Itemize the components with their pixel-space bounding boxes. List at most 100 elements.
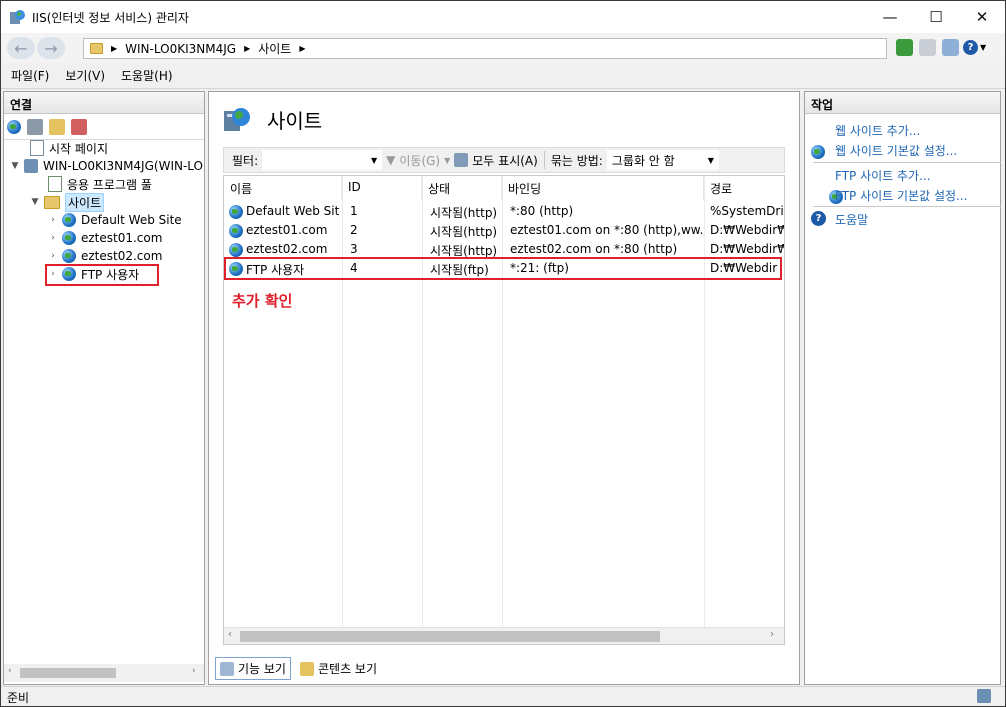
connections-toolbar — [4, 114, 204, 140]
start-page-icon — [30, 140, 44, 156]
group-by-label: 묶는 방법: — [550, 153, 603, 168]
table-row[interactable]: Default Web Site 1 시작됨(http) *:80 (http)… — [224, 202, 784, 221]
chevron-right-icon[interactable]: › — [48, 233, 58, 243]
breadcrumb-arrow-icon[interactable]: ▶ — [111, 44, 117, 53]
window-title: IIS(인터넷 정보 서비스) 관리자 — [32, 11, 189, 25]
table-row[interactable]: eztest01.com 2 시작됨(http) eztest01.com on… — [224, 221, 784, 240]
site-globe-icon — [229, 224, 243, 238]
column-header-binding[interactable]: 바인딩 — [502, 176, 704, 200]
tree-site-default[interactable]: › Default Web Site — [48, 211, 182, 229]
close-button[interactable]: ✕ — [959, 1, 1005, 32]
app-pool-icon — [48, 176, 62, 192]
scroll-thumb[interactable] — [240, 631, 660, 642]
iis-app-icon — [9, 9, 25, 25]
filter-input[interactable]: ▼ — [262, 150, 383, 170]
refresh-icon[interactable] — [896, 39, 913, 56]
status-bar: 준비 — [1, 686, 1005, 706]
column-header-status[interactable]: 상태 — [422, 176, 502, 200]
scroll-left-icon[interactable]: ‹ — [8, 666, 12, 676]
content-view-icon — [299, 661, 314, 676]
menu-bar: 파일(F) 보기(V) 도움말(H) — [1, 63, 1005, 89]
action-add-ftp-site[interactable]: FTP 사이트 추가... — [835, 167, 931, 184]
actions-panel: 작업 웹 사이트 추가... 웹 사이트 기본값 설정... FTP 사이트 추… — [804, 91, 1001, 685]
tree-app-pools[interactable]: 응용 프로그램 풀 — [34, 175, 152, 193]
chevron-down-icon: ▼ — [707, 155, 714, 165]
site-globe-icon — [62, 231, 76, 245]
home-icon[interactable] — [942, 39, 959, 56]
scroll-left-icon[interactable]: ‹ — [228, 629, 232, 640]
navigation-bar: ← → ▶ WIN-LO0KI3NM4JG ▶ 사이트 ▶ ? ▼ — [1, 33, 1005, 63]
scroll-right-icon[interactable]: › — [770, 629, 774, 640]
help-dropdown[interactable]: ? ▼ — [963, 39, 993, 56]
connections-scrollbar[interactable]: ‹ › — [4, 664, 204, 682]
site-globe-icon — [229, 205, 243, 219]
show-all-button[interactable]: 모두 표시(A) — [472, 152, 538, 169]
site-globe-icon — [62, 249, 76, 263]
chevron-down-icon[interactable]: ▼ — [444, 156, 450, 165]
action-website-defaults[interactable]: 웹 사이트 기본값 설정... — [835, 142, 957, 159]
tree-start-page[interactable]: 시작 페이지 — [16, 139, 108, 157]
table-scrollbar[interactable]: ‹ › — [224, 627, 784, 644]
site-globe-icon — [229, 243, 243, 257]
chevron-down-icon[interactable]: ▼ — [30, 197, 40, 207]
tree-server[interactable]: ▼ WIN-LO0KI3NM4JG(WIN-LO — [10, 157, 203, 175]
chevron-right-icon[interactable]: › — [48, 251, 58, 261]
tab-content-view[interactable]: 콘텐츠 보기 — [295, 657, 382, 680]
chevron-down-icon[interactable]: ▼ — [10, 161, 20, 171]
action-ftp-site-defaults[interactable]: FTP 사이트 기본값 설정... — [835, 187, 967, 204]
chevron-right-icon[interactable]: › — [48, 215, 58, 225]
action-help[interactable]: 도움말 — [835, 211, 868, 228]
view-tabs: 기능 보기 콘텐츠 보기 — [215, 657, 382, 680]
maximize-button[interactable]: ☐ — [913, 1, 959, 32]
highlight-box-tree-ftp — [45, 264, 159, 286]
connect-globe-icon[interactable] — [7, 119, 21, 134]
tab-features-view[interactable]: 기능 보기 — [215, 657, 291, 680]
menu-file[interactable]: 파일(F) — [11, 67, 49, 84]
status-text: 준비 — [7, 691, 30, 705]
menu-view[interactable]: 보기(V) — [65, 67, 105, 84]
annotation-text: 추가 확인 — [232, 292, 293, 310]
column-header-name[interactable]: 이름 ^ — [224, 176, 342, 200]
connections-header: 연결 — [4, 92, 204, 114]
highlight-box-ftp-row — [224, 257, 782, 280]
page-title: 사이트 — [267, 109, 323, 133]
group-by-select[interactable]: 그룹화 안 함 ▼ — [606, 150, 719, 170]
actions-header: 작업 — [805, 92, 1000, 114]
column-header-id[interactable]: ID — [342, 176, 422, 200]
breadcrumb-server[interactable]: WIN-LO0KI3NM4JG — [125, 42, 236, 56]
tree-site-eztest02[interactable]: › eztest02.com — [48, 247, 162, 265]
go-button[interactable]: 이동(G) — [399, 152, 440, 169]
save-icon[interactable] — [27, 118, 43, 135]
iis-manager-window: IIS(인터넷 정보 서비스) 관리자 — ☐ ✕ ← → ▶ WIN-LO0K… — [0, 0, 1006, 707]
connection-status-icon — [977, 689, 991, 703]
tree-site-eztest01[interactable]: › eztest01.com — [48, 229, 162, 247]
filter-toolbar: 필터: ▼ ▼ 이동(G) ▼ 모두 표시(A) 묶는 방법: 그룹화 안 함 … — [223, 147, 785, 173]
site-globe-icon — [62, 213, 76, 227]
scroll-thumb[interactable] — [20, 668, 116, 678]
sites-table: 이름 ^ ID 상태 바인딩 경로 Default Web Site 1 시작됨… — [223, 175, 785, 645]
breadcrumb-sites[interactable]: 사이트 — [258, 40, 291, 57]
breadcrumb-arrow-icon[interactable]: ▶ — [299, 44, 305, 53]
menu-help[interactable]: 도움말(H) — [121, 67, 173, 84]
sites-folder-icon — [44, 195, 60, 209]
scroll-right-icon[interactable]: › — [192, 666, 196, 676]
stop-icon[interactable] — [919, 39, 936, 56]
server-icon — [24, 159, 38, 173]
column-header-path[interactable]: 경로 — [704, 176, 784, 200]
add-site-icon — [811, 145, 825, 159]
breadcrumb-arrow-icon[interactable]: ▶ — [244, 44, 250, 53]
server-folder-icon — [90, 43, 103, 54]
minimize-button[interactable]: — — [867, 1, 913, 32]
disconnect-icon[interactable] — [71, 118, 87, 135]
up-level-icon[interactable] — [49, 118, 65, 135]
sites-content-pane: 사이트 필터: ▼ ▼ 이동(G) ▼ 모두 표시(A) 묶는 방법: 그룹화 … — [208, 91, 800, 685]
address-bar[interactable]: ▶ WIN-LO0KI3NM4JG ▶ 사이트 ▶ — [83, 38, 887, 59]
forward-button[interactable]: → — [37, 37, 65, 59]
help-icon: ? — [811, 211, 826, 226]
back-button[interactable]: ← — [7, 37, 35, 59]
title-bar: IIS(인터넷 정보 서비스) 관리자 — ☐ ✕ — [1, 1, 1005, 33]
action-add-website[interactable]: 웹 사이트 추가... — [835, 122, 920, 139]
show-all-icon — [454, 153, 469, 167]
tree-sites[interactable]: ▼ 사이트 — [30, 192, 105, 212]
features-view-icon — [220, 661, 234, 676]
